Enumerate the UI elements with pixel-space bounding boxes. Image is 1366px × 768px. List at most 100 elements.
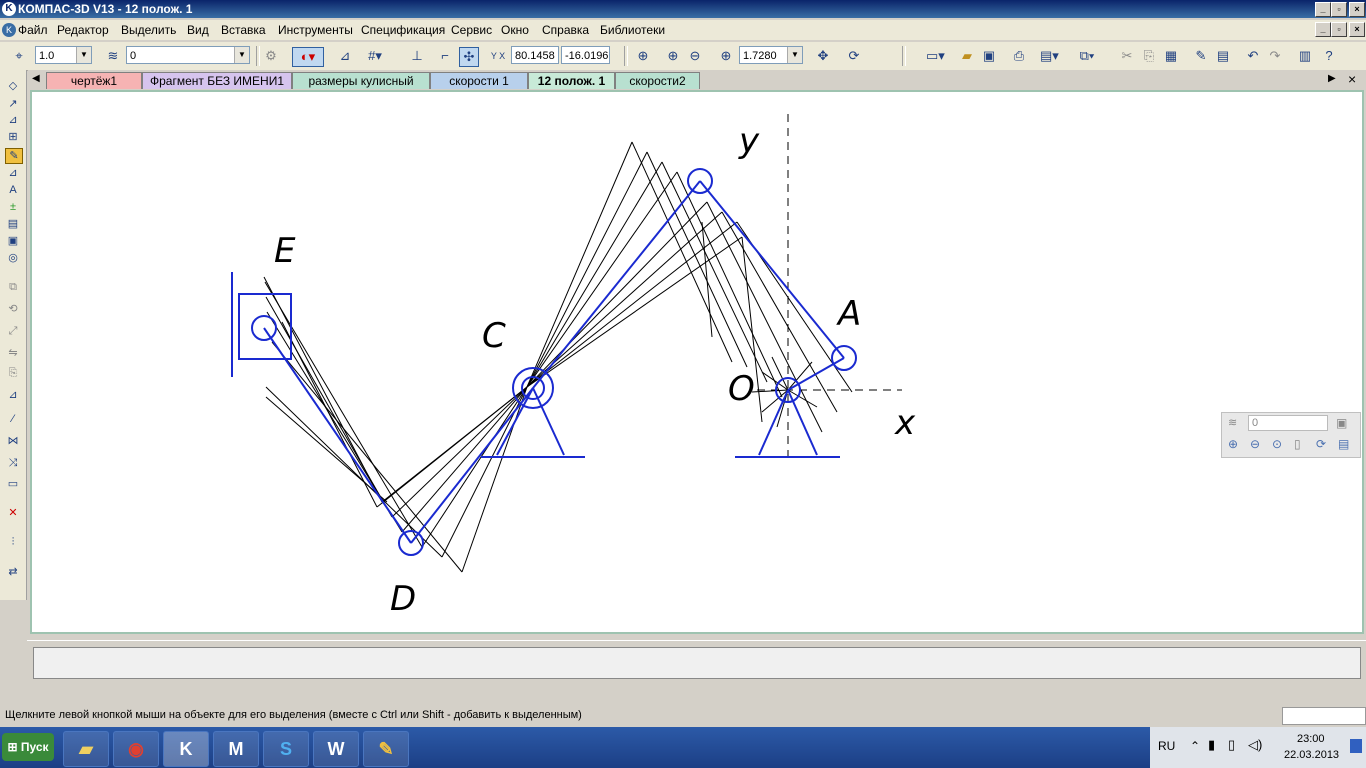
ortho-mode-icon[interactable]: ⌐ [436, 47, 454, 65]
refresh-icon[interactable]: ⟳ [1316, 437, 1326, 451]
scale-icon[interactable]: ⤢ [5, 324, 21, 338]
clock-time[interactable]: 23:00 [1297, 733, 1325, 745]
page-icon[interactable]: ▯ [1294, 437, 1301, 451]
coord-x-field[interactable]: 80.1458 [511, 46, 559, 64]
trim-icon[interactable]: ⁄ [5, 412, 21, 426]
word-icon[interactable]: W [313, 731, 359, 767]
delete-icon[interactable]: ✕ [5, 506, 21, 520]
cut-icon[interactable]: ✂ [1118, 47, 1136, 65]
chevron-down-icon[interactable]: ▼ [787, 47, 802, 63]
chevron-down-icon[interactable]: ▼ [234, 47, 249, 63]
new-document-icon[interactable]: ▭▾ [926, 47, 945, 65]
tab-scroll-right-icon[interactable]: ▶ [1328, 73, 1336, 84]
measure-icon[interactable]: ⊿ [5, 166, 21, 180]
symmetry-icon[interactable]: ⇋ [5, 346, 21, 360]
properties-icon[interactable]: ⚙ [262, 47, 280, 65]
zoom-fit-icon[interactable]: ⊙ [1272, 437, 1282, 451]
transform-icon[interactable]: ⇄ [5, 565, 21, 579]
menu-service[interactable]: Сервис [451, 23, 492, 37]
copy-tool-icon[interactable]: ⎘ [5, 366, 21, 380]
break-icon[interactable]: ⋈ [5, 434, 21, 448]
menu-select[interactable]: Выделить [121, 23, 176, 37]
menu-tools[interactable]: Инструменты [278, 23, 353, 37]
language-indicator[interactable]: RU [1158, 739, 1175, 753]
layers-icon[interactable]: ≋ [104, 47, 122, 65]
scale-field[interactable]: 1.0 ▼ [35, 46, 92, 64]
drawing-canvas[interactable]: y x E C A O D [30, 90, 1364, 634]
tab-dimensions[interactable]: размеры кулисный [292, 72, 430, 89]
paint-icon[interactable]: ✎ [363, 731, 409, 767]
preview-icon[interactable]: ▤ [1338, 437, 1349, 451]
menu-view[interactable]: Вид [187, 23, 209, 37]
doc-restore-button[interactable]: ▫ [1331, 22, 1347, 37]
symbols-icon[interactable]: ⊿ [5, 113, 21, 127]
skype-icon[interactable]: S [263, 731, 309, 767]
open-folder-icon[interactable]: ▰ [958, 47, 976, 65]
menu-edit[interactable]: Редактор [57, 23, 109, 37]
grid-icon[interactable]: #▾ [366, 47, 384, 65]
deform-icon[interactable]: ⊿ [5, 388, 21, 402]
clock-date[interactable]: 22.03.2013 [1284, 749, 1339, 761]
minimize-button[interactable]: _ [1315, 2, 1331, 17]
tray-expand-icon[interactable]: ⌃ [1190, 739, 1200, 753]
redo-icon[interactable]: ↷ [1266, 47, 1284, 65]
mini-layer-field[interactable]: 0 [1248, 415, 1328, 431]
tab-drawing1[interactable]: чертёж1 [46, 72, 142, 89]
help-icon[interactable]: ? [1320, 47, 1338, 65]
insert-icon[interactable]: ▣ [5, 234, 21, 248]
spec-icon[interactable]: ± [5, 200, 21, 214]
close-button[interactable]: × [1349, 2, 1365, 17]
snap-toggle-icon[interactable]: ✣ [459, 47, 479, 67]
properties-list-icon[interactable]: ▤ [1214, 47, 1232, 65]
tab-speeds1[interactable]: скорости 1 [430, 72, 528, 89]
zoom-field[interactable]: 1.7280 ▼ [739, 46, 803, 64]
tab-speeds2[interactable]: скорости2 [615, 72, 700, 89]
print-icon[interactable]: ⎙ [1010, 47, 1028, 65]
pan-icon[interactable]: ✥ [814, 47, 832, 65]
tab-fragment[interactable]: Фрагмент БЕЗ ИМЕНИ1 [142, 72, 292, 89]
save-icon[interactable]: ▣ [980, 47, 998, 65]
menu-specification[interactable]: Спецификация [361, 23, 445, 37]
fillet-icon[interactable]: ▭ [5, 477, 21, 491]
preview-icon[interactable]: ▤▾ [1040, 47, 1059, 65]
menu-libraries[interactable]: Библиотеки [600, 23, 665, 37]
zoom-in-icon[interactable]: ⊕ [1228, 437, 1238, 451]
report-icon[interactable]: ▤ [5, 217, 21, 231]
view-icon[interactable]: ◎ [5, 251, 21, 265]
coord-y-field[interactable]: -16.0196 [561, 46, 610, 64]
ortho-icon[interactable]: ⊿ [336, 47, 354, 65]
menu-help[interactable]: Справка [542, 23, 589, 37]
parametrization-icon[interactable]: ✎ [5, 148, 23, 164]
split-icon[interactable]: ⤨ [5, 456, 21, 470]
network-icon[interactable]: ▮ [1208, 737, 1215, 753]
select-icon[interactable]: A [5, 183, 21, 197]
layers-icon[interactable]: ≋ [1228, 416, 1237, 429]
move-icon[interactable]: ⧉ [5, 280, 21, 294]
start-button[interactable]: ⊞ Пуск [2, 733, 54, 761]
align-icon[interactable]: ⫶ [5, 535, 21, 549]
zoom-window-icon[interactable]: ⊕ [634, 47, 652, 65]
tab-position12[interactable]: 12 полож. 1 [528, 72, 615, 89]
geometry-icon[interactable]: ◇ [5, 79, 21, 93]
volume-icon[interactable]: ◁) [1248, 737, 1262, 753]
zoom-out-icon[interactable]: ⊖ [1250, 437, 1260, 451]
dimensions-icon[interactable]: ↗ [5, 97, 21, 111]
copy-icon[interactable]: ⎘ [1140, 47, 1158, 65]
close-icon[interactable]: × [1348, 71, 1356, 87]
save-icon[interactable]: ▣ [1336, 416, 1347, 430]
doc-minimize-button[interactable]: _ [1315, 22, 1331, 37]
devices-icon[interactable]: ▯ [1228, 737, 1235, 753]
undo-icon[interactable]: ↶ [1244, 47, 1262, 65]
document-icon[interactable]: K [2, 23, 16, 37]
chrome-icon[interactable]: ◉ [113, 731, 159, 767]
maximize-button[interactable]: ▫ [1331, 2, 1347, 17]
command-line[interactable] [33, 647, 1361, 679]
kompas-icon[interactable]: K [163, 731, 209, 767]
edit-icon[interactable]: ⊞ [5, 130, 21, 144]
show-desktop-button[interactable] [1350, 739, 1362, 753]
layer-field[interactable]: 0 ▼ [126, 46, 250, 64]
refresh-icon[interactable]: ⟳ [845, 47, 863, 65]
zoom-in-icon[interactable]: ⊕ [664, 47, 682, 65]
explorer-icon[interactable]: ▰ [63, 731, 109, 767]
snap-icon[interactable]: ⌖ [10, 47, 28, 65]
